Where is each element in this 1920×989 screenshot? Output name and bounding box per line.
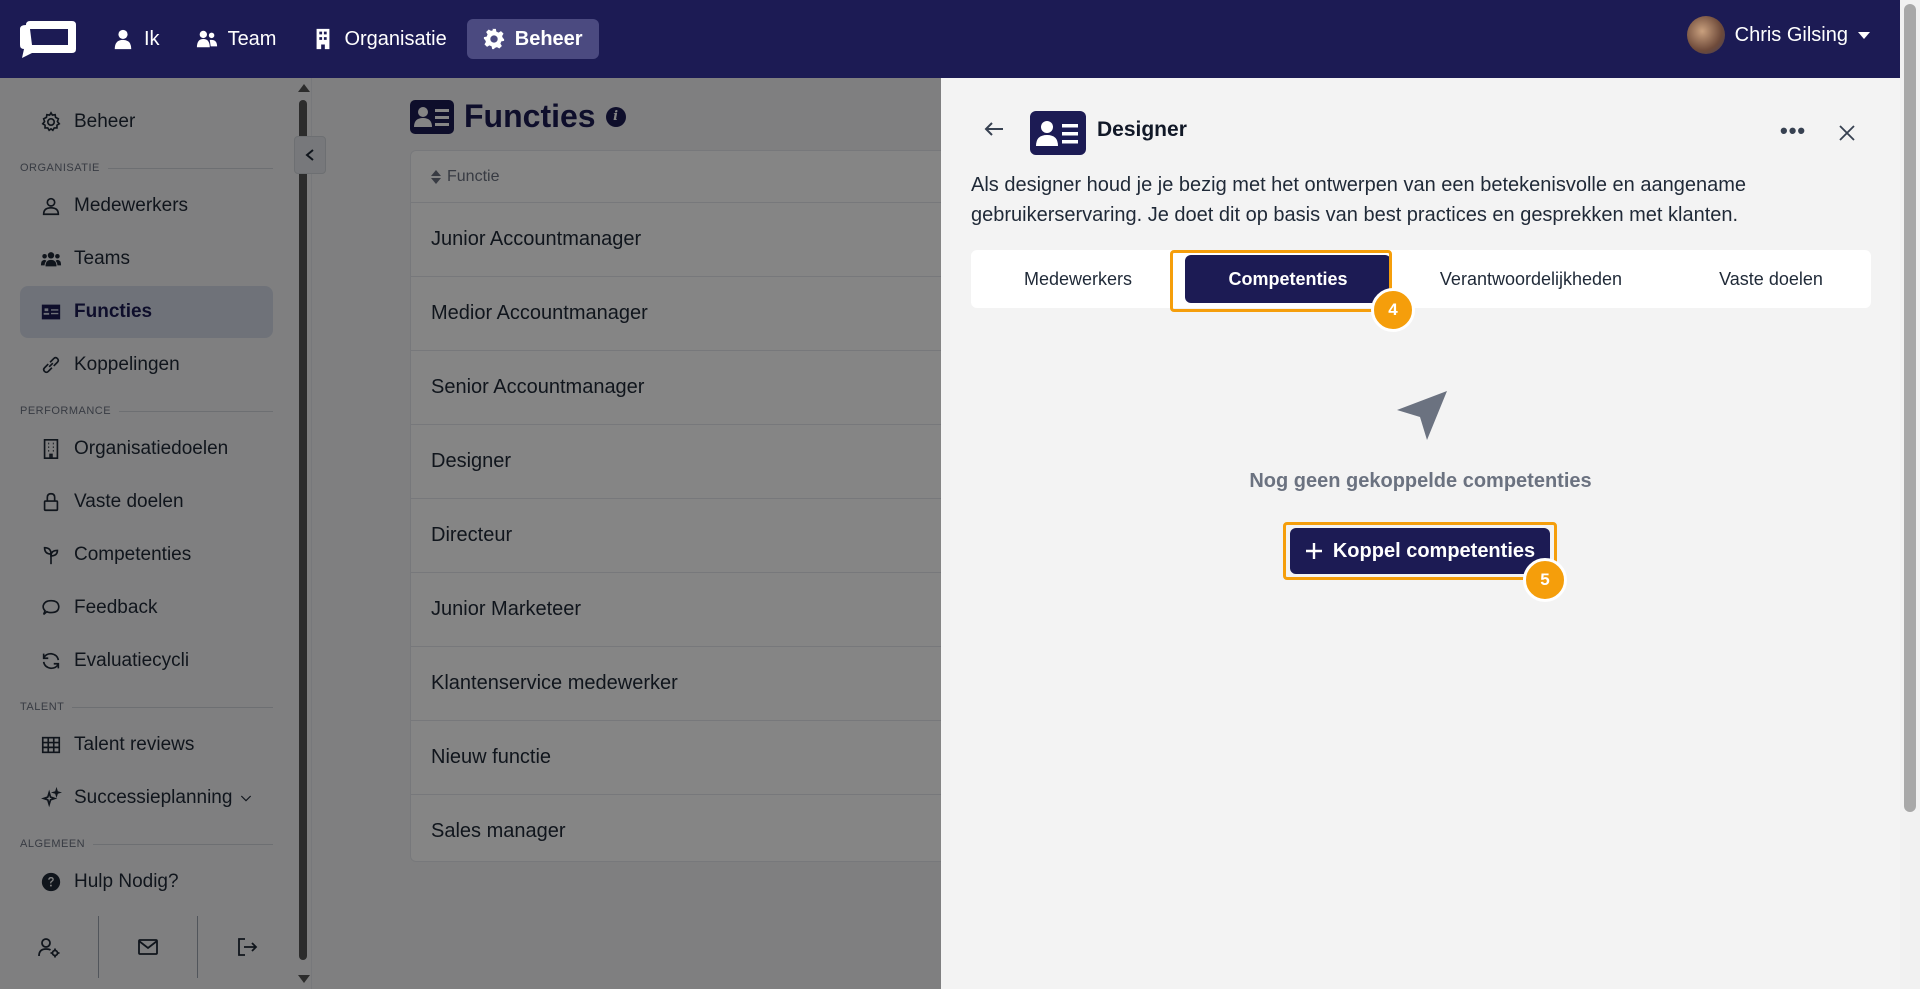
drawer-tabs: Medewerkers Competenties Verantwoordelij…	[971, 250, 1871, 308]
nav-beheer-label: Beheer	[514, 27, 583, 50]
avatar	[1686, 16, 1725, 54]
nav-team[interactable]: Team	[180, 19, 293, 59]
drawer-title: Designer	[1097, 118, 1187, 141]
empty-state-text: Nog geen gekoppelde competenties	[1249, 470, 1592, 492]
tab-medewerkers[interactable]: Medewerkers	[971, 255, 1185, 303]
nav-organisatie[interactable]: Organisatie	[296, 19, 462, 59]
app-logo[interactable]	[18, 19, 76, 59]
top-navbar: Ik Team Organisatie Beheer Chris Gilsing	[0, 0, 1900, 78]
tab-vaste-doelen[interactable]: Vaste doelen	[1671, 255, 1871, 303]
page-scrollbar[interactable]	[1900, 0, 1920, 989]
modal-backdrop[interactable]	[0, 78, 941, 989]
nav-organisatie-label: Organisatie	[344, 27, 447, 50]
id-card-icon	[1030, 111, 1086, 155]
user-menu[interactable]: Chris Gilsing	[1686, 16, 1870, 54]
caret-down-icon	[1858, 31, 1870, 39]
gear-icon	[483, 28, 504, 50]
nav-ik-label: Ik	[144, 27, 160, 50]
nav-ik[interactable]: Ik	[96, 19, 176, 59]
tab-verantwoordelijkheden[interactable]: Verantwoordelijkheden	[1391, 255, 1671, 303]
step-badge: 5	[1523, 558, 1567, 602]
building-icon	[317, 28, 330, 50]
drawer-description: Als designer houd je je bezig met het on…	[971, 174, 1746, 226]
nav-beheer[interactable]: Beheer	[466, 19, 599, 59]
more-options-button[interactable]: •••	[1780, 118, 1806, 144]
step-highlight	[1283, 522, 1557, 580]
user-icon	[114, 29, 132, 50]
step-highlight	[1170, 250, 1392, 312]
user-name: Chris Gilsing	[1734, 23, 1848, 46]
users-icon	[196, 30, 217, 48]
detail-drawer: Designer ••• Als designer houd je je bez…	[941, 78, 1900, 989]
location-arrow-icon	[1397, 391, 1447, 440]
close-icon[interactable]	[1838, 124, 1856, 142]
arrow-left-icon[interactable]	[981, 116, 1007, 142]
scrollbar-thumb[interactable]	[1904, 4, 1916, 812]
nav-team-label: Team	[227, 27, 277, 50]
step-badge: 4	[1371, 288, 1415, 332]
